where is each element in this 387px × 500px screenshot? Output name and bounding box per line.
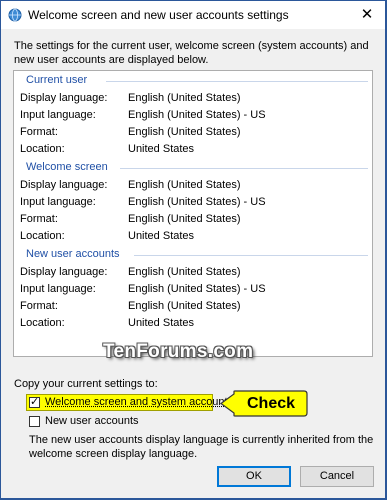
new-user-accounts-checkbox-label[interactable]: New user accounts [45, 415, 139, 427]
row-value: English (United States) - US [128, 109, 266, 121]
watermark: TenForums.com [103, 341, 254, 362]
row-value: United States [128, 317, 195, 329]
group-heading-new-user-accounts: New user accounts [26, 248, 120, 260]
copy-settings-label: Copy your current settings to: [14, 378, 158, 390]
group-heading-welcome-screen: Welcome screen [26, 161, 108, 173]
row-label: Location: [20, 230, 65, 242]
cancel-button[interactable]: Cancel [300, 466, 374, 487]
window-title: Welcome screen and new user accounts set… [28, 8, 289, 22]
group-divider [106, 81, 368, 82]
welcome-screen-checkbox-label[interactable]: Welcome screen and system accounts [45, 396, 233, 408]
group-divider [120, 168, 368, 169]
row-label: Input language: [20, 283, 96, 295]
row-value: English (United States) [128, 92, 241, 104]
ok-button[interactable]: OK [217, 466, 291, 487]
group-divider [134, 255, 368, 256]
row-label: Display language: [20, 179, 108, 191]
row-value: English (United States) [128, 126, 241, 138]
row-label: Format: [20, 126, 58, 138]
row-label: Location: [20, 143, 65, 155]
settings-dialog: Welcome screen and new user accounts set… [0, 0, 386, 499]
inheritance-note: The new user accounts display language i… [29, 434, 374, 460]
callout-label: Check [246, 395, 296, 412]
row-value: English (United States) [128, 213, 241, 225]
title-bar: Welcome screen and new user accounts set… [1, 1, 385, 29]
row-label: Location: [20, 317, 65, 329]
row-label: Input language: [20, 109, 96, 121]
row-label: Display language: [20, 92, 108, 104]
row-value: English (United States) - US [128, 196, 266, 208]
close-icon[interactable]: ✕ [357, 5, 377, 25]
row-value: English (United States) [128, 300, 241, 312]
row-value: English (United States) - US [128, 283, 266, 295]
globe-icon [8, 8, 22, 22]
row-label: Input language: [20, 196, 96, 208]
row-value: United States [128, 143, 195, 155]
new-user-accounts-checkbox[interactable] [29, 416, 40, 427]
row-value: English (United States) [128, 179, 241, 191]
row-label: Display language: [20, 266, 108, 278]
row-value: United States [128, 230, 195, 242]
settings-panel: Current user Display language: English (… [13, 70, 373, 357]
welcome-screen-checkbox[interactable]: ✓ [29, 397, 40, 408]
group-heading-current-user: Current user [26, 74, 88, 86]
row-value: English (United States) [128, 266, 241, 278]
row-label: Format: [20, 213, 58, 225]
row-label: Format: [20, 300, 58, 312]
description-text: The settings for the current user, welco… [14, 40, 369, 66]
